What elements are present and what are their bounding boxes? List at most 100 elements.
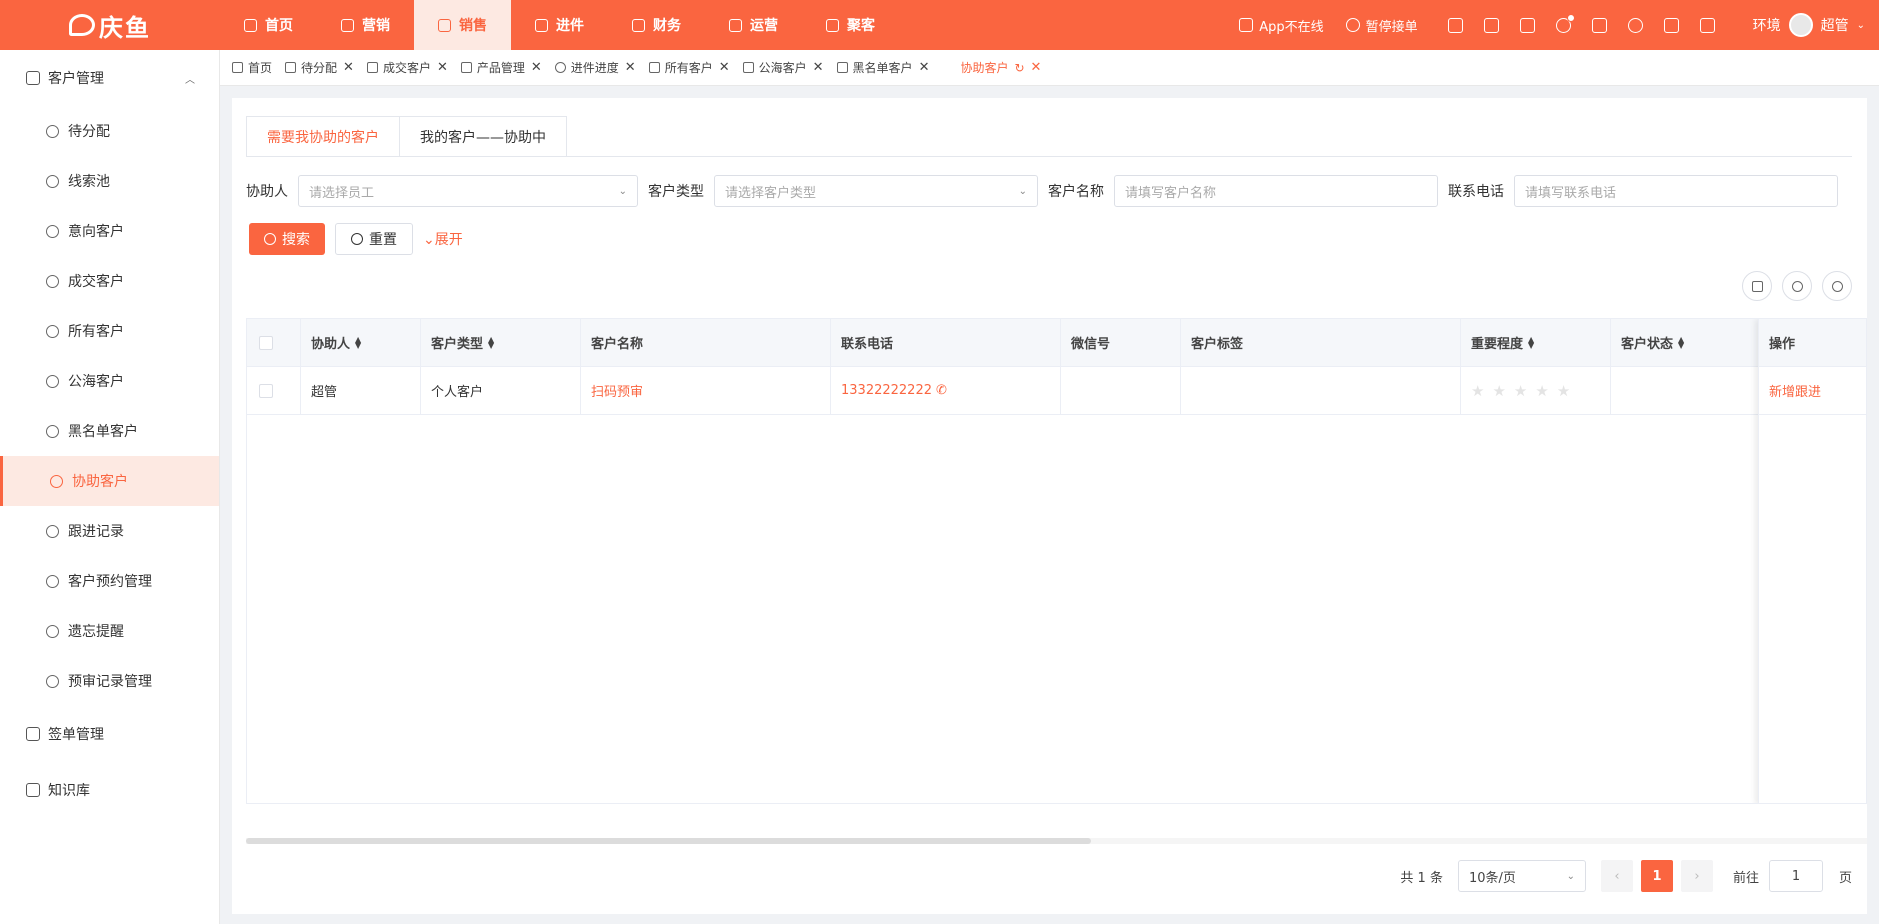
importance-rating[interactable]: ★ ★ ★ ★ ★ xyxy=(1471,382,1578,400)
toggle-search-button[interactable] xyxy=(1782,271,1812,301)
sidebar-item-follow-records[interactable]: 跟进记录 xyxy=(0,506,219,556)
subtab-need-my-assist[interactable]: 需要我协助的客户 xyxy=(247,117,399,156)
tab-public[interactable]: 公海客户 ✕ xyxy=(742,59,824,76)
sidebar-group-contract[interactable]: 签单管理 xyxy=(0,706,219,762)
col-importance[interactable]: 重要程度 ▲ ▼ xyxy=(1461,319,1611,366)
close-icon[interactable]: ✕ xyxy=(919,60,930,75)
sidebar-item-all[interactable]: 所有客户 xyxy=(0,306,219,356)
intent-icon xyxy=(46,224,59,238)
page-size-select[interactable]: 10条/页 ⌄ xyxy=(1457,860,1586,892)
sidebar-group-knowledge[interactable]: 知识库 xyxy=(0,762,219,818)
row-checkbox[interactable] xyxy=(259,383,273,398)
close-icon[interactable]: ✕ xyxy=(343,60,354,75)
close-icon[interactable]: ✕ xyxy=(719,60,730,75)
briefcase-icon[interactable] xyxy=(1663,17,1679,33)
topnav-finance[interactable]: 财务 xyxy=(608,0,705,50)
topnav-operation[interactable]: 运营 xyxy=(705,0,802,50)
knowledge-icon xyxy=(26,783,40,797)
sidebar-item-intent[interactable]: 意向客户 xyxy=(0,206,219,256)
tab-assist[interactable]: 协助客户 ↻ ✕ xyxy=(960,59,1041,76)
customer-type-select[interactable]: 请选择客户类型 ⌄ xyxy=(714,175,1038,207)
cell-phone: 13322222222 ✆ xyxy=(831,367,1061,414)
page-number-current[interactable]: 1 xyxy=(1640,860,1673,892)
app-status-button[interactable]: App不在线 xyxy=(1239,16,1324,35)
next-page-button[interactable]: › xyxy=(1680,860,1713,892)
select-all-checkbox[interactable] xyxy=(259,335,273,350)
col-customer-type[interactable]: 客户类型 ▲ ▼ xyxy=(421,319,581,366)
close-icon[interactable]: ✕ xyxy=(813,60,824,75)
goto-page-input[interactable]: 1 xyxy=(1768,860,1823,892)
topnav-application[interactable]: 进件 xyxy=(511,0,608,50)
chevron-down-icon[interactable]: ⌄ xyxy=(1857,20,1865,31)
tab-home[interactable]: 首页 xyxy=(232,59,272,76)
add-follow-up-button[interactable]: 新增跟进 xyxy=(1769,381,1821,400)
subtab-my-customers-assisting[interactable]: 我的客户——协助中 xyxy=(399,117,566,156)
sidebar-item-pre-review[interactable]: 预审记录管理 xyxy=(0,656,219,706)
star-icon[interactable]: ★ xyxy=(1535,382,1548,400)
send-icon[interactable] xyxy=(1699,17,1715,33)
reset-button[interactable]: 重置 xyxy=(335,223,413,255)
sidebar-item-pending[interactable]: 待分配 xyxy=(0,106,219,156)
theme-shirt-icon[interactable] xyxy=(1519,17,1535,33)
table-horizontal-scrollbar[interactable] xyxy=(246,838,1867,844)
cell-tags xyxy=(1181,367,1461,414)
sort-icon[interactable]: ▲ ▼ xyxy=(1528,335,1534,349)
close-icon[interactable]: ✕ xyxy=(1031,60,1042,75)
sort-icon[interactable]: ▲ ▼ xyxy=(488,335,494,349)
tab-pending[interactable]: 待分配 ✕ xyxy=(285,59,354,76)
sidebar-item-blacklist[interactable]: 黑名单客户 xyxy=(0,406,219,456)
scrollbar-thumb[interactable] xyxy=(246,838,1091,844)
close-icon[interactable]: ✕ xyxy=(531,60,542,75)
lock-icon[interactable] xyxy=(1447,17,1463,33)
close-icon[interactable]: ✕ xyxy=(625,60,636,75)
user-name[interactable]: 超管 xyxy=(1821,15,1849,35)
star-icon[interactable]: ★ xyxy=(1557,382,1570,400)
sidebar-item-lead-pool[interactable]: 线索池 xyxy=(0,156,219,206)
phone-icon[interactable]: ✆ xyxy=(936,383,947,398)
sidebar-item-deal[interactable]: 成交客户 xyxy=(0,256,219,306)
phone-input[interactable]: 请填写联系电话 xyxy=(1514,175,1838,207)
tab-blacklist[interactable]: 黑名单客户 ✕ xyxy=(836,59,930,76)
search-button[interactable]: 搜索 xyxy=(249,223,325,255)
sort-icon[interactable]: ▲ ▼ xyxy=(1678,335,1684,349)
sidebar-item-reminder[interactable]: 遗忘提醒 xyxy=(0,606,219,656)
pause-icon xyxy=(1345,18,1360,32)
sidebar-group-customer-management[interactable]: 客户管理 ︿ xyxy=(0,50,219,106)
fullscreen-icon[interactable] xyxy=(1591,17,1607,33)
customer-name-link[interactable]: 扫码预审 xyxy=(591,381,643,400)
refresh-table-button[interactable] xyxy=(1822,271,1852,301)
tab-deal[interactable]: 成交客户 ✕ xyxy=(366,59,448,76)
sidebar-item-appointments[interactable]: 客户预约管理 xyxy=(0,556,219,606)
text-size-icon[interactable] xyxy=(1483,17,1499,33)
star-icon[interactable]: ★ xyxy=(1492,382,1505,400)
sidebar-item-assist[interactable]: 协助客户 xyxy=(0,456,219,506)
tab-progress[interactable]: 进件进度 ✕ xyxy=(554,59,636,76)
brand-logo[interactable]: 庆鱼 xyxy=(0,0,220,50)
topnav-home[interactable]: 首页 xyxy=(220,0,317,50)
refresh-icon[interactable]: ↻ xyxy=(1014,61,1024,75)
tab-all[interactable]: 所有客户 ✕ xyxy=(648,59,730,76)
prev-page-button[interactable]: ‹ xyxy=(1600,860,1633,892)
topnav-gather[interactable]: 聚客 xyxy=(802,0,899,50)
phone-link[interactable]: 13322222222 xyxy=(841,383,932,398)
sidebar-item-public[interactable]: 公海客户 xyxy=(0,356,219,406)
assistant-select[interactable]: 请选择员工 ⌄ xyxy=(298,175,638,207)
search-icon[interactable] xyxy=(1627,17,1643,33)
star-icon[interactable]: ★ xyxy=(1514,382,1527,400)
col-status[interactable]: 客户状态 ▲ ▼ xyxy=(1611,319,1771,366)
topnav-sales[interactable]: 销售 xyxy=(414,0,511,50)
tab-products[interactable]: 产品管理 ✕ xyxy=(460,59,542,76)
environment-label[interactable]: 环境 xyxy=(1753,15,1781,35)
bell-icon[interactable] xyxy=(1555,13,1575,33)
avatar[interactable] xyxy=(1788,13,1813,37)
col-assistant[interactable]: 协助人 ▲ ▼ xyxy=(301,319,421,366)
expand-toggle[interactable]: ⌄展开 xyxy=(423,229,463,249)
columns-toggle-button[interactable] xyxy=(1742,271,1772,301)
sort-icon[interactable]: ▲ ▼ xyxy=(355,335,361,349)
table-tools xyxy=(1732,271,1852,301)
topnav-marketing[interactable]: 营销 xyxy=(317,0,414,50)
customer-name-input[interactable]: 请填写客户名称 xyxy=(1114,175,1438,207)
close-icon[interactable]: ✕ xyxy=(437,60,448,75)
pause-orders-button[interactable]: 暂停接单 xyxy=(1345,16,1418,35)
star-icon[interactable]: ★ xyxy=(1471,382,1484,400)
